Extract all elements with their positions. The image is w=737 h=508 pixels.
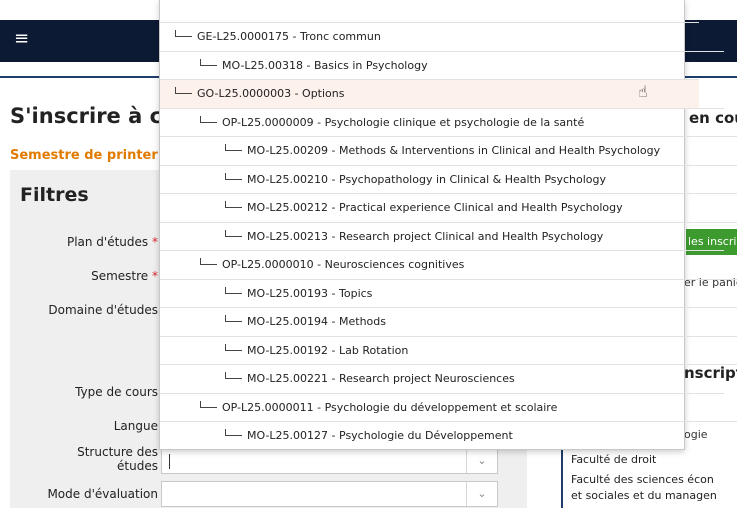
dropdown-option[interactable]: MO-L25.00193 - Topics [160,279,737,308]
evaluation-mode-select[interactable]: ⌄ [161,481,498,507]
page-title: S'inscrire à c [10,104,163,128]
filter-label-domain: Domaine d'études [48,303,158,317]
tree-connector [225,201,242,208]
text-cursor [169,454,170,469]
tree-connector [225,344,242,351]
dropdown-option[interactable]: GE-L25.0000175 - Tronc commun [160,22,699,51]
dropdown-option-highlighted[interactable]: GO-L25.0000003 - Options ☝ [160,79,699,108]
tree-connector [175,87,192,94]
tree-connector [225,230,242,237]
dropdown-option[interactable]: MO-L25.00213 - Research project Clinical… [160,222,737,251]
chevron-down-icon[interactable]: ⌄ [466,449,497,473]
tree-connector [200,59,217,66]
tree-connector [200,401,217,408]
required-mark: * [152,235,158,249]
filter-label-study-structure: Structure des études [77,445,158,473]
filter-label-language: Langue [113,419,158,433]
tree-connector [200,258,217,265]
hamburger-menu-icon[interactable]: ≡ [14,28,29,50]
filter-label-evaluation-mode: Mode d'évaluation [47,487,158,501]
tree-connector [225,173,242,180]
filter-label-semester: Semestre * [91,269,158,283]
dropdown-option[interactable]: MO-L25.00194 - Methods [160,307,737,336]
dropdown-option[interactable]: OP-L25.0000009 - Psychologie clinique et… [160,108,724,137]
filters-title: Filtres [20,184,89,206]
chevron-down-icon[interactable]: ⌄ [466,482,497,506]
tree-connector [225,429,242,436]
dropdown-option[interactable]: MO-L25.00192 - Lab Rotation [160,336,737,365]
study-structure-select[interactable]: ⌄ [161,448,498,474]
semester-subtitle: Semestre de printer [10,148,158,163]
dropdown-option[interactable]: OP-L25.0000010 - Neurosciences cognitive… [160,250,724,279]
tree-connector [225,372,242,379]
filter-label-plan: Plan d'études * [66,235,158,249]
study-structure-dropdown[interactable]: GE-L25.0000175 - Tronc commun MO-L25.003… [159,0,737,450]
filter-label-course-type: Type de cours [75,385,158,399]
tree-connector [225,287,242,294]
faculty-item[interactable]: et sociales et du managen [571,488,717,504]
tree-connector [225,144,242,151]
required-mark: * [152,269,158,283]
dropdown-option[interactable]: MO-L25.00221 - Research project Neurosci… [160,364,737,393]
dropdown-option[interactable]: MO-L25.00209 - Methods & Interventions i… [160,136,737,165]
faculty-item[interactable]: Faculté de droit [571,452,656,468]
tree-connector [225,315,242,322]
dropdown-option[interactable]: MO-L25.00212 - Practical experience Clin… [160,193,737,222]
hand-pointer-icon: ☝ [638,82,648,101]
dropdown-option[interactable]: OP-L25.0000011 - Psychologie du développ… [160,393,724,422]
dropdown-option[interactable]: MO-L25.00127 - Psychologie du Développem… [160,421,737,450]
faculty-item[interactable]: Faculté des sciences écon [571,472,714,488]
tree-connector [200,116,217,123]
dropdown-option[interactable]: MO-L25.00210 - Psychopathology in Clinic… [160,165,737,194]
dropdown-option[interactable]: MO-L25.00318 - Basics in Psychology [160,51,724,80]
tree-connector [175,30,192,37]
